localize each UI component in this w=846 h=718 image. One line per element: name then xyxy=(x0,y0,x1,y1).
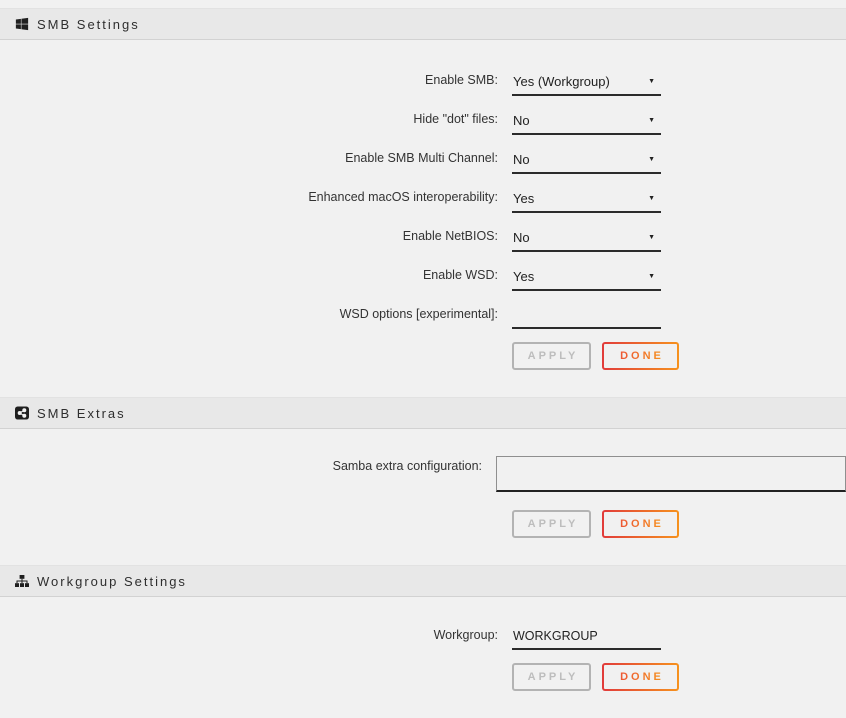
section-body: Samba extra configuration: APPLY DONE xyxy=(0,429,846,538)
field-label: Samba extra configuration: xyxy=(0,456,489,473)
field-control xyxy=(496,456,846,497)
field-control: Yes ▼ xyxy=(512,265,661,291)
text-field[interactable] xyxy=(512,304,661,329)
section-header: SMB Settings xyxy=(0,8,846,40)
section-title: Workgroup Settings xyxy=(37,574,187,589)
field-control: Yes (Workgroup) ▼ xyxy=(512,70,661,96)
form-row: Workgroup: xyxy=(0,625,846,650)
select-value: No xyxy=(513,230,530,245)
select-field[interactable]: Yes ▼ xyxy=(512,187,661,213)
form-row: Enhanced macOS interoperability: Yes ▼ xyxy=(0,187,846,213)
field-control: No ▼ xyxy=(512,226,661,252)
done-button[interactable]: DONE xyxy=(602,342,679,370)
select-field[interactable]: Yes (Workgroup) ▼ xyxy=(512,70,661,96)
apply-button[interactable]: APPLY xyxy=(512,510,591,538)
field-control: No ▼ xyxy=(512,148,661,174)
section-body: Workgroup: APPLY DONE xyxy=(0,597,846,691)
form-row: Enable SMB Multi Channel: No ▼ xyxy=(0,148,846,174)
select-value: Yes (Workgroup) xyxy=(513,74,610,89)
form-row: Enable NetBIOS: No ▼ xyxy=(0,226,846,252)
apply-button[interactable]: APPLY xyxy=(512,342,591,370)
select-value: Yes xyxy=(513,269,534,284)
field-label: Enable SMB Multi Channel: xyxy=(0,148,505,165)
field-label: Enhanced macOS interoperability: xyxy=(0,187,505,204)
select-value: No xyxy=(513,113,530,128)
field-control xyxy=(512,625,661,650)
form-row: Enable WSD: Yes ▼ xyxy=(0,265,846,291)
dropdown-arrow-icon: ▼ xyxy=(648,114,655,127)
select-field[interactable]: Yes ▼ xyxy=(512,265,661,291)
select-value: No xyxy=(513,152,530,167)
dropdown-arrow-icon: ▼ xyxy=(648,192,655,205)
dropdown-arrow-icon: ▼ xyxy=(648,270,655,283)
share-square-icon xyxy=(15,406,29,420)
done-button-inner: DONE xyxy=(604,512,677,536)
apply-button[interactable]: APPLY xyxy=(512,663,591,691)
select-value: Yes xyxy=(513,191,534,206)
done-button-label: DONE xyxy=(617,518,664,530)
field-control xyxy=(512,304,661,329)
section-smb-extras: SMB Extras Samba extra configuration: APPL… xyxy=(0,397,846,538)
settings-page: SMB SettingsEnable SMB:Yes (Workgroup)▼H… xyxy=(0,0,846,691)
buttons-row: APPLY DONE xyxy=(512,510,846,538)
field-label: Workgroup: xyxy=(0,625,505,642)
buttons-row: APPLY DONE xyxy=(512,663,846,691)
select-field[interactable]: No ▼ xyxy=(512,109,661,135)
done-button-label: DONE xyxy=(617,350,664,362)
form-row: WSD options [experimental]: xyxy=(0,304,846,329)
section-body: Enable SMB:Yes (Workgroup)▼Hide "dot" fi… xyxy=(0,40,846,370)
field-control: Yes ▼ xyxy=(512,187,661,213)
form-row: Enable SMB: Yes (Workgroup) ▼ xyxy=(0,70,846,96)
done-button[interactable]: DONE xyxy=(602,663,679,691)
form-row: Hide "dot" files: No ▼ xyxy=(0,109,846,135)
textarea-field[interactable] xyxy=(496,456,846,492)
section-header: Workgroup Settings xyxy=(0,565,846,597)
section-header: SMB Extras xyxy=(0,397,846,429)
form-row: Samba extra configuration: xyxy=(0,456,846,497)
field-control: No ▼ xyxy=(512,109,661,135)
section-smb-settings: SMB SettingsEnable SMB:Yes (Workgroup)▼H… xyxy=(0,8,846,370)
dropdown-arrow-icon: ▼ xyxy=(648,75,655,88)
done-button-inner: DONE xyxy=(604,665,677,689)
field-label: WSD options [experimental]: xyxy=(0,304,505,321)
text-field[interactable] xyxy=(512,625,661,650)
field-label: Hide "dot" files: xyxy=(0,109,505,126)
select-field[interactable]: No ▼ xyxy=(512,226,661,252)
select-field[interactable]: No ▼ xyxy=(512,148,661,174)
dropdown-arrow-icon: ▼ xyxy=(648,153,655,166)
windows-icon xyxy=(15,17,29,31)
section-workgroup-settings: Workgroup Settings Workgroup: APPLY DONE xyxy=(0,565,846,691)
dropdown-arrow-icon: ▼ xyxy=(648,231,655,244)
section-title: SMB Settings xyxy=(37,17,140,32)
done-button-inner: DONE xyxy=(604,344,677,368)
field-label: Enable SMB: xyxy=(0,70,505,87)
field-label: Enable NetBIOS: xyxy=(0,226,505,243)
field-label: Enable WSD: xyxy=(0,265,505,282)
done-button-label: DONE xyxy=(617,671,664,683)
done-button[interactable]: DONE xyxy=(602,510,679,538)
buttons-row: APPLY DONE xyxy=(512,342,846,370)
section-title: SMB Extras xyxy=(37,406,126,421)
sitemap-icon xyxy=(15,574,29,588)
